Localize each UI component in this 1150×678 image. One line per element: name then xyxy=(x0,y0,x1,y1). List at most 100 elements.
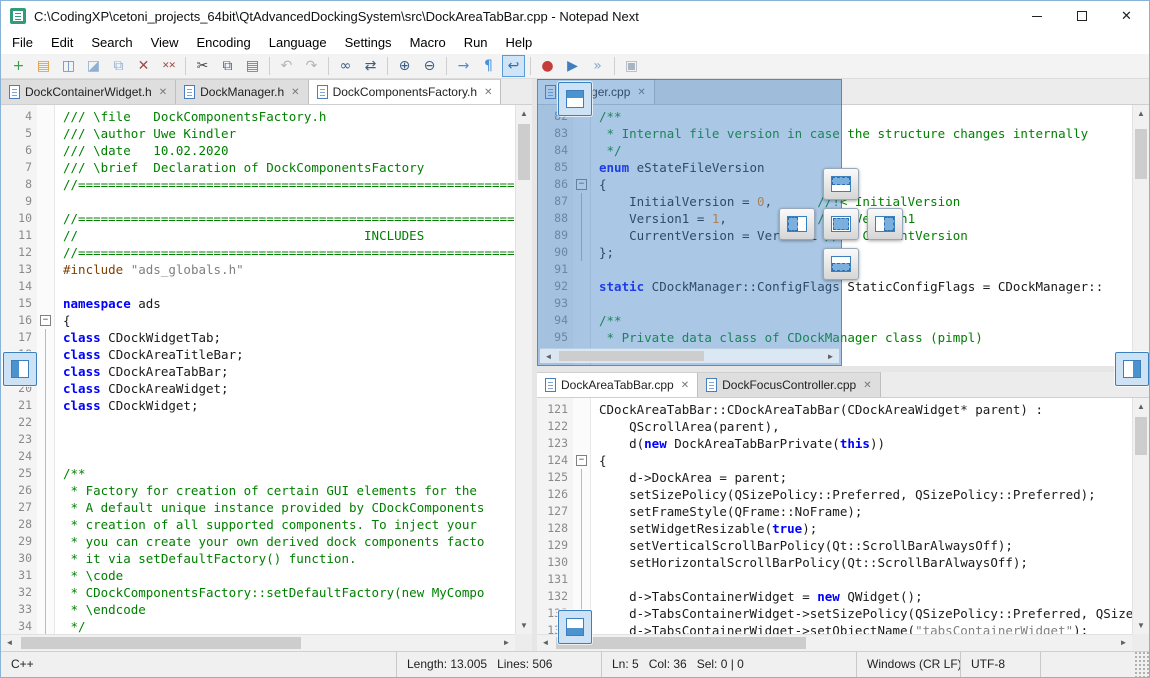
drag-preview-horizontal-scrollbar[interactable]: ◄► xyxy=(540,348,839,363)
scroll-thumb[interactable] xyxy=(518,124,530,180)
menu-settings[interactable]: Settings xyxy=(336,31,401,54)
new-file-button[interactable]: + xyxy=(7,55,30,77)
cut-button[interactable]: ✂ xyxy=(191,55,214,77)
code-line: 23 xyxy=(1,431,515,448)
scroll-left-arrow[interactable]: ◄ xyxy=(540,349,557,363)
maximize-button[interactable] xyxy=(1059,1,1104,31)
scroll-left-arrow[interactable]: ◄ xyxy=(537,635,554,651)
drop-indicator-left[interactable] xyxy=(779,208,815,240)
scroll-down-arrow[interactable]: ▼ xyxy=(1133,617,1149,634)
word-wrap-button[interactable]: ↩ xyxy=(502,55,525,77)
drop-indicator-bottom[interactable] xyxy=(823,248,859,280)
drop-indicator-right[interactable] xyxy=(867,208,903,240)
autohide-indicator-right[interactable] xyxy=(1115,352,1149,386)
save-button[interactable]: ◫ xyxy=(57,55,80,77)
scroll-down-arrow[interactable]: ▼ xyxy=(516,617,532,634)
undo-button[interactable]: ↶ xyxy=(275,55,298,77)
scroll-track[interactable] xyxy=(18,635,498,651)
left-editor-code[interactable]: 4/// \file DockComponentsFactory.h5/// \… xyxy=(1,105,515,634)
close-file-button[interactable]: ✕ xyxy=(132,55,155,77)
scroll-thumb[interactable] xyxy=(1135,417,1147,455)
fold-margin xyxy=(37,295,55,312)
drop-indicator-top[interactable] xyxy=(823,168,859,200)
menu-search[interactable]: Search xyxy=(82,31,141,54)
tab-close-icon[interactable]: ✕ xyxy=(484,87,492,98)
close-all-button[interactable]: ✕✕ xyxy=(157,55,180,77)
window-title: C:\CodingXP\cetoni_projects_64bit\QtAdva… xyxy=(34,9,1014,24)
scroll-track[interactable] xyxy=(516,122,532,617)
menu-edit[interactable]: Edit xyxy=(42,31,82,54)
left-editor-horizontal-scrollbar[interactable]: ◄► xyxy=(1,634,515,651)
scroll-track[interactable] xyxy=(1133,122,1149,349)
open-file-button[interactable]: ▤ xyxy=(32,55,55,77)
save-copy-button[interactable]: ◪ xyxy=(82,55,105,77)
bottomright-tab[interactable]: DockAreaTabBar.cpp✕ xyxy=(537,372,698,397)
scroll-track[interactable] xyxy=(1133,415,1149,617)
zoom-in-button[interactable]: ⊕ xyxy=(393,55,416,77)
scroll-up-arrow[interactable]: ▲ xyxy=(1133,105,1149,122)
line-number: 30 xyxy=(1,550,37,567)
tab-close-icon[interactable]: ✕ xyxy=(681,380,689,391)
left-tab[interactable]: DockManager.h✕ xyxy=(176,79,308,104)
menu-macro[interactable]: Macro xyxy=(401,31,455,54)
scroll-up-arrow[interactable]: ▲ xyxy=(516,105,532,122)
scroll-track[interactable] xyxy=(554,635,1115,651)
zoom-out-button[interactable]: ⊖ xyxy=(418,55,441,77)
left-editor-vertical-scrollbar[interactable]: ▲▼ xyxy=(515,105,532,634)
menu-view[interactable]: View xyxy=(142,31,188,54)
menu-file[interactable]: File xyxy=(3,31,42,54)
left-tab[interactable]: DockComponentsFactory.h✕ xyxy=(309,79,502,104)
fold-collapse-icon[interactable]: − xyxy=(40,315,51,326)
bottomright-tab[interactable]: DockFocusController.cpp✕ xyxy=(698,372,880,397)
show-panel-button[interactable]: ▣ xyxy=(620,55,643,77)
scroll-left-arrow[interactable]: ◄ xyxy=(1,635,18,651)
topright-editor-vertical-scrollbar[interactable]: ▲▼ xyxy=(1132,105,1149,366)
scroll-up-arrow[interactable]: ▲ xyxy=(1133,398,1149,415)
code-line: 134 d->TabsContainerWidget->setObjectNam… xyxy=(537,622,1132,634)
autohide-indicator-left[interactable] xyxy=(3,352,37,386)
playback-macro-button[interactable]: ▶ xyxy=(561,55,584,77)
statusbar-cell-1: C++ xyxy=(1,652,397,677)
tab-label: DockContainerWidget.h xyxy=(25,85,152,99)
show-panel-icon: ▣ xyxy=(625,59,638,73)
scroll-right-arrow[interactable]: ► xyxy=(822,349,839,363)
bottomright-editor-horizontal-scrollbar[interactable]: ◄► xyxy=(537,634,1132,651)
run-macro-multiple-button[interactable]: » xyxy=(586,55,609,77)
minimize-button[interactable] xyxy=(1014,1,1059,31)
paste-button[interactable]: ▤ xyxy=(241,55,264,77)
scroll-right-arrow[interactable]: ► xyxy=(1115,635,1132,651)
resize-grip[interactable] xyxy=(1133,652,1149,677)
redo-button[interactable]: ↷ xyxy=(300,55,323,77)
fold-collapse-icon[interactable]: − xyxy=(576,455,587,466)
code-text: #include "ads_globals.h" xyxy=(55,261,244,278)
line-number: 21 xyxy=(1,397,37,414)
autohide-indicator-top[interactable] xyxy=(558,82,592,116)
scroll-thumb[interactable] xyxy=(556,637,806,649)
find-button[interactable]: ∞ xyxy=(334,55,357,77)
show-whitespace-button[interactable]: → xyxy=(452,55,475,77)
menu-encoding[interactable]: Encoding xyxy=(188,31,260,54)
scroll-thumb[interactable] xyxy=(1135,129,1147,179)
save-all-button[interactable]: ⧉ xyxy=(107,55,130,77)
scroll-thumb[interactable] xyxy=(559,351,704,361)
show-all-characters-button[interactable]: ¶ xyxy=(477,55,500,77)
menu-help[interactable]: Help xyxy=(497,31,542,54)
record-macro-button[interactable]: ● xyxy=(536,55,559,77)
left-tab[interactable]: DockContainerWidget.h ✕ xyxy=(1,79,176,104)
bottomright-editor-code[interactable]: 121CDockAreaTabBar::CDockAreaTabBar(CDoc… xyxy=(537,398,1132,634)
bottomright-editor-vertical-scrollbar[interactable]: ▲▼ xyxy=(1132,398,1149,634)
drop-indicator-center[interactable] xyxy=(823,208,859,240)
replace-button[interactable]: ⇄ xyxy=(359,55,382,77)
tab-close-icon[interactable]: ✕ xyxy=(863,380,871,391)
copy-button[interactable]: ⧉ xyxy=(216,55,239,77)
autohide-indicator-bottom[interactable] xyxy=(558,610,592,644)
scroll-track[interactable] xyxy=(557,349,822,363)
tab-close-icon[interactable]: ✕ xyxy=(159,87,167,98)
fold-margin xyxy=(37,550,55,567)
tab-close-icon[interactable]: ✕ xyxy=(291,87,299,98)
menu-language[interactable]: Language xyxy=(260,31,336,54)
scroll-thumb[interactable] xyxy=(21,637,301,649)
scroll-right-arrow[interactable]: ► xyxy=(498,635,515,651)
menu-run[interactable]: Run xyxy=(455,31,497,54)
close-button[interactable]: ✕ xyxy=(1104,1,1149,31)
